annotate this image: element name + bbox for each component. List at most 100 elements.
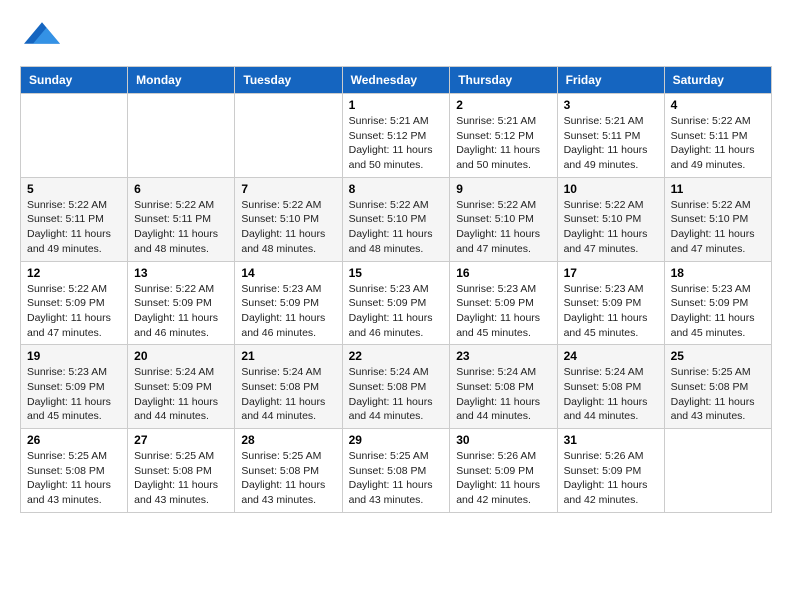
day-number: 4 (671, 98, 765, 112)
day-info: Sunrise: 5:24 AM Sunset: 5:08 PM Dayligh… (349, 365, 444, 424)
calendar-cell: 6 Sunrise: 5:22 AM Sunset: 5:11 PM Daylig… (128, 177, 235, 261)
day-info: Sunrise: 5:23 AM Sunset: 5:09 PM Dayligh… (241, 282, 335, 341)
calendar-header-sunday: Sunday (21, 67, 128, 94)
day-number: 26 (27, 433, 121, 447)
calendar-cell: 17 Sunrise: 5:23 AM Sunset: 5:09 PM Dayli… (557, 261, 664, 345)
calendar-cell: 14 Sunrise: 5:23 AM Sunset: 5:09 PM Dayli… (235, 261, 342, 345)
day-number: 30 (456, 433, 550, 447)
day-info: Sunrise: 5:24 AM Sunset: 5:08 PM Dayligh… (456, 365, 550, 424)
day-info: Sunrise: 5:22 AM Sunset: 5:10 PM Dayligh… (456, 198, 550, 257)
day-info: Sunrise: 5:23 AM Sunset: 5:09 PM Dayligh… (27, 365, 121, 424)
calendar-cell: 13 Sunrise: 5:22 AM Sunset: 5:09 PM Dayli… (128, 261, 235, 345)
day-info: Sunrise: 5:22 AM Sunset: 5:11 PM Dayligh… (671, 114, 765, 173)
day-number: 31 (564, 433, 658, 447)
calendar-cell: 8 Sunrise: 5:22 AM Sunset: 5:10 PM Daylig… (342, 177, 450, 261)
calendar-cell (21, 94, 128, 178)
calendar-cell: 10 Sunrise: 5:22 AM Sunset: 5:10 PM Dayli… (557, 177, 664, 261)
day-number: 15 (349, 266, 444, 280)
day-number: 13 (134, 266, 228, 280)
calendar-cell (664, 429, 771, 513)
day-number: 14 (241, 266, 335, 280)
calendar-cell: 1 Sunrise: 5:21 AM Sunset: 5:12 PM Daylig… (342, 94, 450, 178)
day-info: Sunrise: 5:23 AM Sunset: 5:09 PM Dayligh… (456, 282, 550, 341)
calendar-header-friday: Friday (557, 67, 664, 94)
calendar-cell: 2 Sunrise: 5:21 AM Sunset: 5:12 PM Daylig… (450, 94, 557, 178)
day-info: Sunrise: 5:25 AM Sunset: 5:08 PM Dayligh… (27, 449, 121, 508)
day-info: Sunrise: 5:21 AM Sunset: 5:12 PM Dayligh… (456, 114, 550, 173)
calendar-header-saturday: Saturday (664, 67, 771, 94)
day-info: Sunrise: 5:21 AM Sunset: 5:12 PM Dayligh… (349, 114, 444, 173)
calendar-cell: 29 Sunrise: 5:25 AM Sunset: 5:08 PM Dayli… (342, 429, 450, 513)
day-number: 23 (456, 349, 550, 363)
day-number: 24 (564, 349, 658, 363)
day-number: 11 (671, 182, 765, 196)
day-info: Sunrise: 5:22 AM Sunset: 5:09 PM Dayligh… (134, 282, 228, 341)
day-number: 22 (349, 349, 444, 363)
calendar-cell: 22 Sunrise: 5:24 AM Sunset: 5:08 PM Dayli… (342, 345, 450, 429)
day-info: Sunrise: 5:24 AM Sunset: 5:09 PM Dayligh… (134, 365, 228, 424)
calendar-week-row: 26 Sunrise: 5:25 AM Sunset: 5:08 PM Dayli… (21, 429, 772, 513)
day-info: Sunrise: 5:22 AM Sunset: 5:10 PM Dayligh… (564, 198, 658, 257)
day-number: 20 (134, 349, 228, 363)
day-info: Sunrise: 5:24 AM Sunset: 5:08 PM Dayligh… (564, 365, 658, 424)
day-info: Sunrise: 5:23 AM Sunset: 5:09 PM Dayligh… (671, 282, 765, 341)
calendar-cell: 9 Sunrise: 5:22 AM Sunset: 5:10 PM Daylig… (450, 177, 557, 261)
page-header (20, 20, 772, 50)
calendar-cell: 18 Sunrise: 5:23 AM Sunset: 5:09 PM Dayli… (664, 261, 771, 345)
day-info: Sunrise: 5:25 AM Sunset: 5:08 PM Dayligh… (671, 365, 765, 424)
day-number: 2 (456, 98, 550, 112)
calendar-cell: 20 Sunrise: 5:24 AM Sunset: 5:09 PM Dayli… (128, 345, 235, 429)
calendar-cell: 27 Sunrise: 5:25 AM Sunset: 5:08 PM Dayli… (128, 429, 235, 513)
logo-icon (24, 18, 60, 48)
day-number: 16 (456, 266, 550, 280)
calendar-cell (128, 94, 235, 178)
day-info: Sunrise: 5:26 AM Sunset: 5:09 PM Dayligh… (564, 449, 658, 508)
day-number: 1 (349, 98, 444, 112)
calendar-week-row: 12 Sunrise: 5:22 AM Sunset: 5:09 PM Dayli… (21, 261, 772, 345)
calendar-cell: 28Sunrise: 5:25 AM Sunset: 5:08 PM Dayli… (235, 429, 342, 513)
day-number: 8 (349, 182, 444, 196)
day-number: 10 (564, 182, 658, 196)
calendar-cell: 5 Sunrise: 5:22 AM Sunset: 5:11 PM Daylig… (21, 177, 128, 261)
day-info: Sunrise: 5:26 AM Sunset: 5:09 PM Dayligh… (456, 449, 550, 508)
day-info: Sunrise: 5:22 AM Sunset: 5:09 PM Dayligh… (27, 282, 121, 341)
day-number: 21 (241, 349, 335, 363)
calendar-cell (235, 94, 342, 178)
calendar-header-thursday: Thursday (450, 67, 557, 94)
day-info: Sunrise: 5:21 AM Sunset: 5:11 PM Dayligh… (564, 114, 658, 173)
day-number: 27 (134, 433, 228, 447)
day-number: 17 (564, 266, 658, 280)
calendar-cell: 15 Sunrise: 5:23 AM Sunset: 5:09 PM Dayli… (342, 261, 450, 345)
day-info: Sunrise: 5:23 AM Sunset: 5:09 PM Dayligh… (564, 282, 658, 341)
day-info: Sunrise: 5:23 AM Sunset: 5:09 PM Dayligh… (349, 282, 444, 341)
day-number: 6 (134, 182, 228, 196)
calendar-header-tuesday: Tuesday (235, 67, 342, 94)
calendar-cell: 16 Sunrise: 5:23 AM Sunset: 5:09 PM Dayli… (450, 261, 557, 345)
calendar-cell: 24 Sunrise: 5:24 AM Sunset: 5:08 PM Dayli… (557, 345, 664, 429)
day-number: 29 (349, 433, 444, 447)
day-info: Sunrise: 5:22 AM Sunset: 5:11 PM Dayligh… (134, 198, 228, 257)
day-number: 25 (671, 349, 765, 363)
calendar-cell: 26 Sunrise: 5:25 AM Sunset: 5:08 PM Dayli… (21, 429, 128, 513)
day-info: Sunrise: 5:24 AM Sunset: 5:08 PM Dayligh… (241, 365, 335, 424)
logo (20, 20, 60, 50)
calendar-cell: 31 Sunrise: 5:26 AM Sunset: 5:09 PM Dayli… (557, 429, 664, 513)
calendar-week-row: 19 Sunrise: 5:23 AM Sunset: 5:09 PM Dayli… (21, 345, 772, 429)
calendar-cell: 4 Sunrise: 5:22 AM Sunset: 5:11 PM Daylig… (664, 94, 771, 178)
calendar-cell: 25 Sunrise: 5:25 AM Sunset: 5:08 PM Dayli… (664, 345, 771, 429)
calendar-cell: 11Sunrise: 5:22 AM Sunset: 5:10 PM Dayli… (664, 177, 771, 261)
day-number: 3 (564, 98, 658, 112)
day-info: Sunrise: 5:25 AM Sunset: 5:08 PM Dayligh… (134, 449, 228, 508)
day-info: Sunrise: 5:22 AM Sunset: 5:10 PM Dayligh… (349, 198, 444, 257)
day-number: 19 (27, 349, 121, 363)
day-number: 28 (241, 433, 335, 447)
calendar-header-monday: Monday (128, 67, 235, 94)
calendar-table: SundayMondayTuesdayWednesdayThursdayFrid… (20, 66, 772, 513)
day-number: 9 (456, 182, 550, 196)
day-number: 5 (27, 182, 121, 196)
calendar-header-wednesday: Wednesday (342, 67, 450, 94)
day-number: 12 (27, 266, 121, 280)
day-number: 18 (671, 266, 765, 280)
day-info: Sunrise: 5:25 AM Sunset: 5:08 PM Dayligh… (349, 449, 444, 508)
day-info: Sunrise: 5:22 AM Sunset: 5:11 PM Dayligh… (27, 198, 121, 257)
